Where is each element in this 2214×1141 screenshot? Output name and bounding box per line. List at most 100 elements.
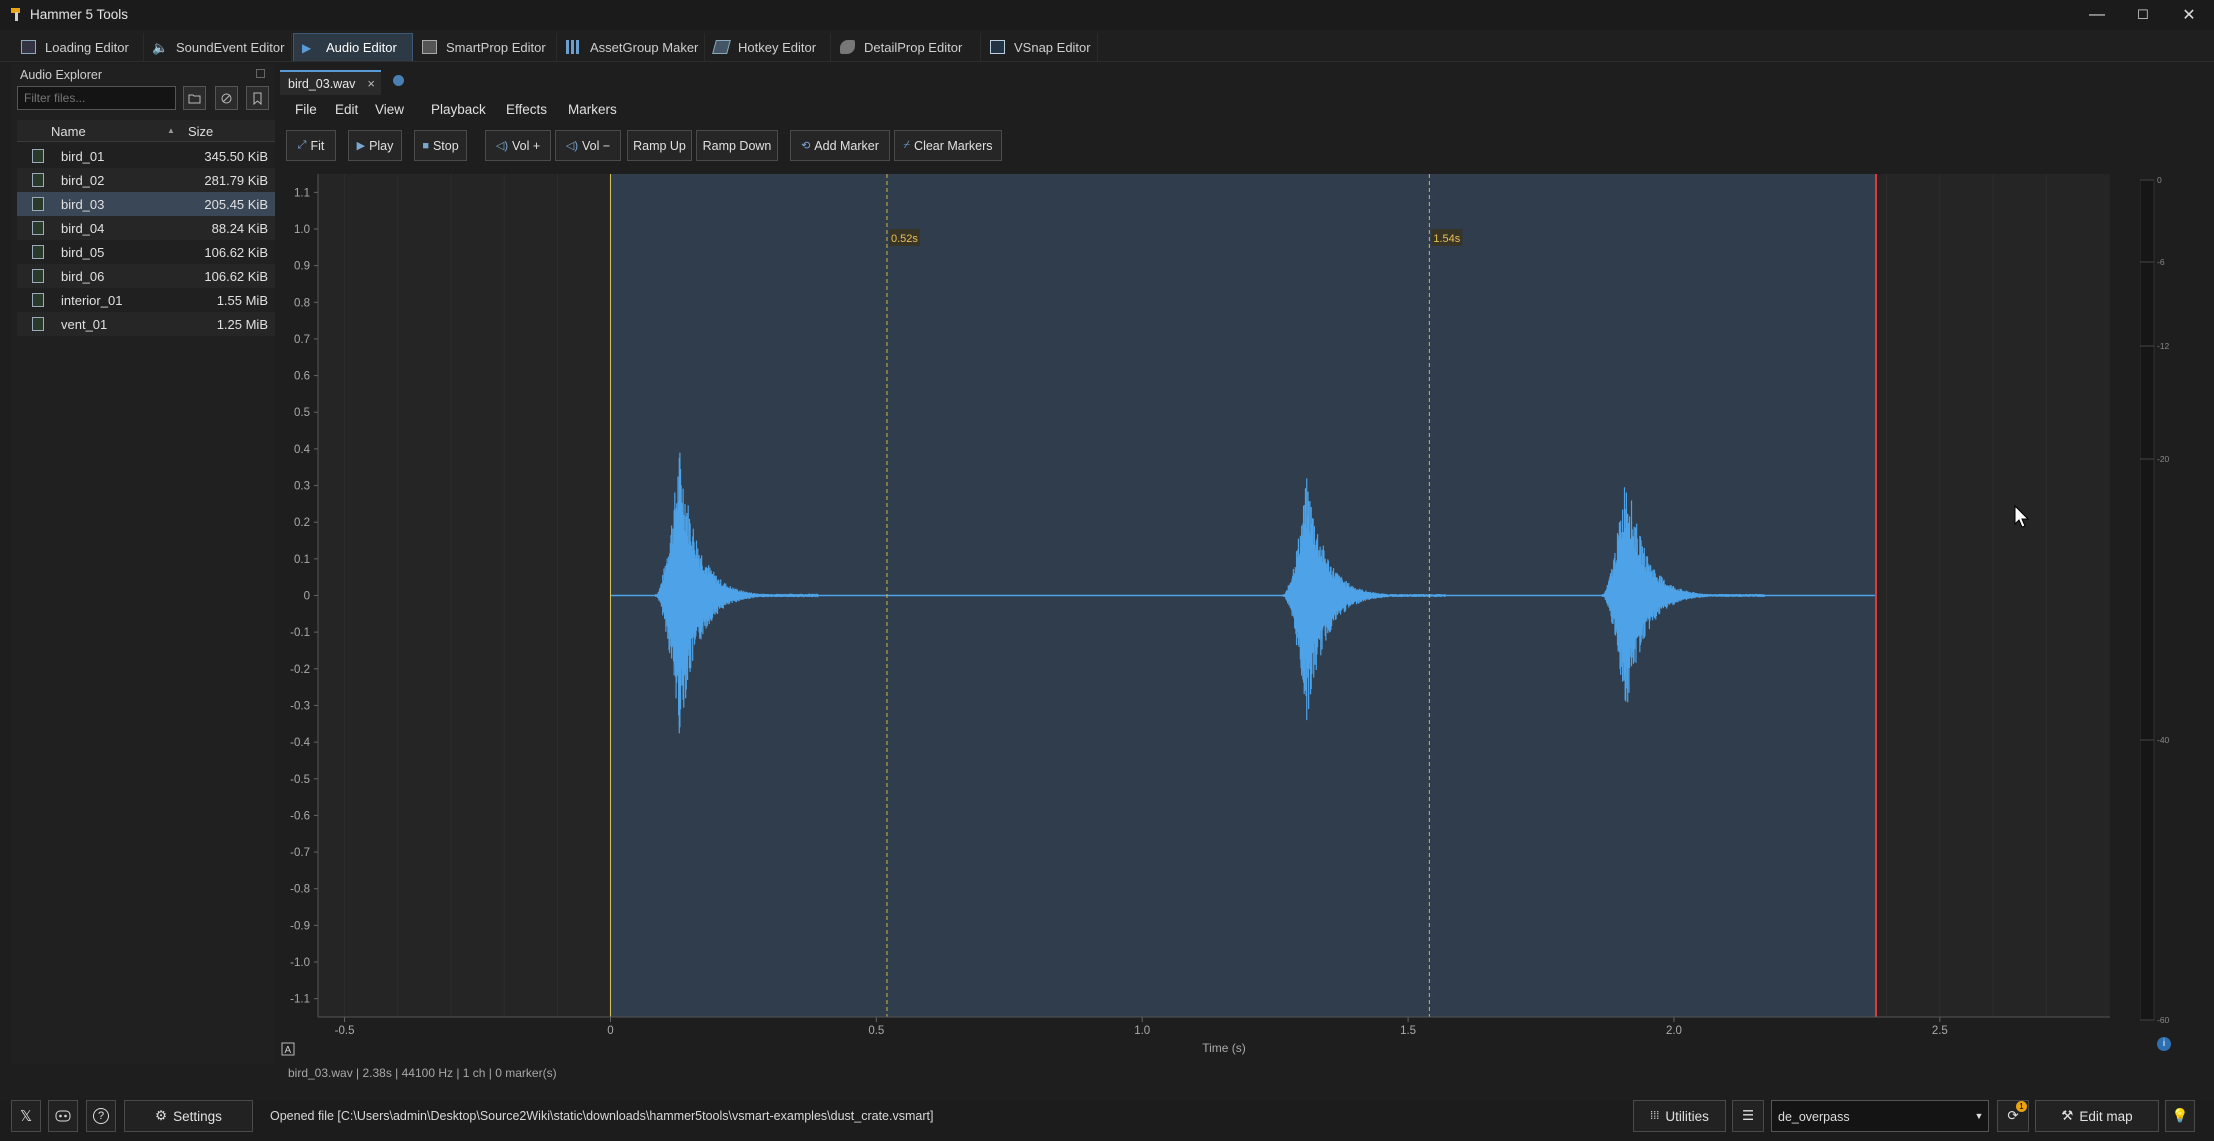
x-tick-label: 2.0 xyxy=(1666,1025,1682,1037)
ramp-down-button[interactable]: Ramp Down xyxy=(696,130,778,161)
tab-smartprop-editor[interactable]: SmartProp Editor xyxy=(414,33,557,61)
audio-explorer-panel: Audio Explorer Name ▲ Size bird_01 345.50… xyxy=(11,64,275,1064)
y-tick-label: -0.9 xyxy=(290,920,310,932)
hammer-icon: ⚒ xyxy=(2061,1108,2074,1123)
y-tick-label: -0.5 xyxy=(290,774,310,786)
file-name: bird_04 xyxy=(61,221,105,236)
help-icon: ? xyxy=(93,1108,109,1124)
y-tick-label: 1.1 xyxy=(294,187,310,199)
tab-label: AssetGroup Maker xyxy=(590,39,699,55)
audio-file-icon xyxy=(32,317,44,331)
menu-effects[interactable]: Effects xyxy=(506,102,547,117)
fit-icon: ⤢ xyxy=(297,139,307,151)
x-icon: 𝕏 xyxy=(19,1108,33,1125)
file-row[interactable]: bird_04 88.24 KiB xyxy=(17,216,275,240)
help-button[interactable]: ? xyxy=(86,1100,116,1132)
refresh-icon xyxy=(221,93,232,103)
new-document-icon[interactable] xyxy=(393,75,404,86)
meter-label: -12 xyxy=(2157,341,2170,351)
document-tab[interactable]: bird_03.wav × xyxy=(280,70,381,95)
meter-label: -40 xyxy=(2157,735,2170,745)
size-column-header[interactable]: Size xyxy=(188,124,213,139)
file-row[interactable]: vent_01 1.25 MiB xyxy=(17,312,275,336)
close-window-button[interactable]: ✕ xyxy=(2166,0,2212,30)
bookmark-button[interactable] xyxy=(246,86,269,110)
open-folder-button[interactable] xyxy=(183,86,206,110)
volume-down-button[interactable]: ◁) Vol − xyxy=(555,130,621,161)
tab-loading-editor[interactable]: Loading Editor xyxy=(13,33,144,61)
x-axis-label: Time (s) xyxy=(1202,1041,1246,1055)
keyboard-icon xyxy=(712,40,731,54)
add-marker-button[interactable]: ⟲ Add Marker xyxy=(790,130,890,161)
audio-file-icon xyxy=(32,293,44,307)
name-column-header[interactable]: Name xyxy=(51,124,86,139)
meter-bar xyxy=(2140,179,2155,1021)
y-tick-label: 1.0 xyxy=(294,224,310,236)
file-row[interactable]: bird_03 205.45 KiB xyxy=(17,192,275,216)
file-row[interactable]: bird_06 106.62 KiB xyxy=(17,264,275,288)
edit-map-label: Edit map xyxy=(2079,1108,2133,1124)
ramp-up-button[interactable]: Ramp Up xyxy=(627,130,692,161)
stop-button[interactable]: ■ Stop xyxy=(414,130,467,161)
hamburger-icon: ☰ xyxy=(1741,1108,1755,1123)
tab-assetgroup-maker[interactable]: AssetGroup Maker xyxy=(558,33,705,61)
y-tick-label: -0.3 xyxy=(290,700,310,712)
file-name: bird_03 xyxy=(61,197,105,212)
x-tick-label: 2.5 xyxy=(1932,1025,1948,1037)
settings-button[interactable]: ⚙ Settings xyxy=(124,1100,253,1132)
menu-edit[interactable]: Edit xyxy=(335,102,358,117)
tab-detailprop-editor[interactable]: DetailProp Editor xyxy=(832,33,981,61)
fit-button[interactable]: ⤢ Fit xyxy=(286,130,336,161)
menu-markers[interactable]: Markers xyxy=(568,102,617,117)
stop-icon: ■ xyxy=(422,139,429,152)
close-document-icon[interactable]: × xyxy=(367,76,375,91)
discord-button[interactable] xyxy=(48,1100,78,1132)
maximize-button[interactable]: ☐ xyxy=(2120,0,2166,30)
x-tick-label: -0.5 xyxy=(335,1025,355,1037)
file-row[interactable]: bird_02 281.79 KiB xyxy=(17,168,275,192)
tab-hotkey-editor[interactable]: Hotkey Editor xyxy=(706,33,831,61)
chevron-down-icon[interactable]: ▼ xyxy=(1969,1101,1989,1131)
tab-soundevent-editor[interactable]: 🔈 SoundEvent Editor xyxy=(144,33,292,61)
refresh-button[interactable] xyxy=(215,86,238,110)
x-tick-label: 0.5 xyxy=(868,1025,884,1037)
clear-markers-button[interactable]: ⌿ Clear Markers xyxy=(894,130,1002,161)
tab-audio-editor[interactable]: ▶ Audio Editor xyxy=(293,33,413,61)
audio-file-icon xyxy=(32,197,44,211)
minimize-button[interactable]: — xyxy=(2074,0,2120,30)
utilities-button[interactable]: ⁞⁞⁞ Utilities xyxy=(1633,1100,1726,1132)
menu-playback[interactable]: Playback xyxy=(431,102,486,117)
menu-view[interactable]: View xyxy=(375,102,404,117)
info-button[interactable]: i xyxy=(2157,1037,2171,1051)
file-name: bird_05 xyxy=(61,245,105,260)
ramp-down-label: Ramp Down xyxy=(702,138,772,153)
file-row[interactable]: bird_05 106.62 KiB xyxy=(17,240,275,264)
hint-button[interactable]: 💡 xyxy=(2165,1100,2195,1132)
meter-label: 0 xyxy=(2157,175,2162,185)
auto-scale-label: A xyxy=(285,1045,292,1056)
tab-vsnap-editor[interactable]: VSnap Editor xyxy=(982,33,1098,61)
meter-label: -20 xyxy=(2157,454,2170,464)
status-message: Opened file [C:\Users\admin\Desktop\Sour… xyxy=(270,1109,934,1123)
play-icon: ▶ xyxy=(356,140,366,152)
y-tick-label: 0 xyxy=(304,591,310,603)
file-size: 106.62 KiB xyxy=(204,245,268,260)
undock-icon[interactable] xyxy=(256,69,265,78)
edit-map-button[interactable]: ⚒ Edit map xyxy=(2035,1100,2159,1132)
y-tick-label: 0.9 xyxy=(294,261,310,273)
file-row[interactable]: bird_01 345.50 KiB xyxy=(17,144,275,168)
ramp-up-label: Ramp Up xyxy=(633,138,686,153)
folder-icon xyxy=(188,94,201,103)
waveform-chart[interactable]: 0.52s 1.54s -0.5 0 0.5 1.0 1.5 2.0 2.5 1.1 1.0 0.9… xyxy=(280,170,2135,1060)
x-social-button[interactable]: 𝕏 xyxy=(11,1100,41,1132)
map-select[interactable]: de_overpass xyxy=(1771,1100,1989,1132)
menu-file[interactable]: File xyxy=(295,102,317,117)
menu-button[interactable]: ☰ xyxy=(1732,1100,1764,1132)
filter-input[interactable] xyxy=(17,86,176,110)
play-button[interactable]: ▶ Play xyxy=(348,130,402,161)
meter-label: -60 xyxy=(2157,1015,2170,1023)
file-row[interactable]: interior_01 1.55 MiB xyxy=(17,288,275,312)
file-size: 205.45 KiB xyxy=(204,197,268,212)
cube-icon xyxy=(422,40,437,54)
volume-up-button[interactable]: ◁) Vol + xyxy=(485,130,551,161)
